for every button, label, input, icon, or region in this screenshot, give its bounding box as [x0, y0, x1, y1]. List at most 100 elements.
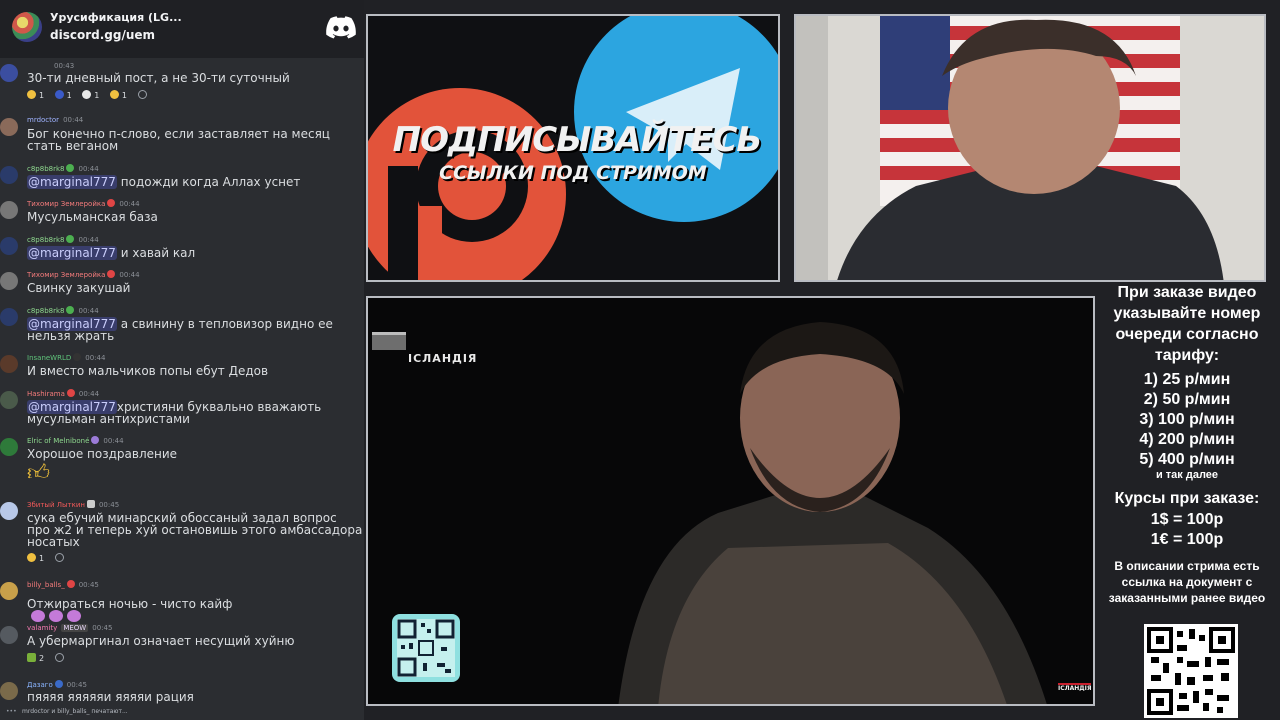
webcam-feed [796, 16, 1264, 280]
avatar[interactable] [0, 64, 18, 82]
message-time: 00:44 [103, 437, 124, 445]
reaction[interactable]: 2 [27, 653, 44, 663]
exchange-rates-title: Курсы при заказе: [1114, 490, 1260, 507]
emoji-icon [109, 90, 119, 99]
message-time: 00:44 [78, 390, 100, 398]
role-badge-icon [66, 164, 75, 172]
add-reaction-icon[interactable] [137, 90, 147, 99]
message-meta: mrdoctor 00:44 [27, 116, 83, 124]
avatar[interactable] [0, 582, 18, 600]
reaction[interactable]: 1 [82, 90, 99, 100]
role-badge-icon [73, 353, 82, 361]
role-badge-icon [66, 580, 75, 588]
reaction-count: 1 [39, 91, 45, 100]
message-meta: 00:43 [50, 62, 74, 70]
chat-header: Урусификация (LG... discord.gg/uem [0, 0, 364, 58]
tariff-list: 1) 25 р/мин 2) 50 р/мин 3) 100 р/мин 4) … [1100, 370, 1274, 470]
username[interactable]: Тихомир Землеройка [27, 200, 105, 208]
message-text: пяяяя яяяяяи яяяяи рация [27, 690, 194, 704]
message-time: 00:45 [92, 624, 113, 632]
role-badge-icon [66, 306, 75, 314]
username[interactable]: Elric of Melniboné [27, 437, 89, 445]
message-meta: Hashirama 00:44 [27, 389, 99, 398]
description-note: В описании стрима есть ссылка на докумен… [1108, 559, 1266, 605]
promo-headline: ПОДПИСЫВАЙТЕСЬ [392, 120, 763, 160]
server-icon[interactable] [12, 12, 42, 42]
role-badge-icon [107, 199, 116, 207]
add-reaction-icon[interactable] [54, 553, 64, 562]
reaction[interactable]: 1 [27, 90, 44, 100]
avatar[interactable] [0, 166, 18, 184]
role-badge-icon [107, 270, 116, 278]
avatar[interactable] [0, 118, 18, 136]
qr-code-icon [392, 614, 460, 682]
message-time: 00:44 [78, 307, 99, 315]
avatar[interactable] [0, 201, 18, 219]
username[interactable]: billy_balls_ [27, 581, 65, 589]
subscribe-promo-panel: ПОДПИСЫВАЙТЕСЬ ССЫЛКИ ПОД СТРИМОМ [366, 14, 780, 282]
avatar[interactable] [0, 438, 18, 456]
telegram-logo-icon [574, 16, 778, 222]
username[interactable]: Тихомир Землеройка [27, 271, 105, 279]
thumbs-up-sticker-icon: 👍︎ [27, 461, 50, 486]
username[interactable]: c8p8b8rk8 [27, 236, 64, 244]
avatar[interactable] [0, 502, 18, 520]
reaction-bar: 1 1 1 1 [27, 90, 147, 100]
donut-emoji-icon [49, 610, 63, 622]
avatar[interactable] [0, 682, 18, 700]
donut-emoji-icon [31, 610, 45, 622]
promo-subline: ССЫЛКИ ПОД СТРИМОМ [439, 162, 707, 184]
message-time: 00:44 [78, 165, 99, 173]
reaction[interactable]: 1 [27, 553, 44, 563]
message-text: @marginal777християни буквально вважають… [27, 400, 363, 425]
username[interactable]: c8p8b8rk8 [27, 307, 64, 315]
emoji-icon [54, 90, 64, 99]
reaction[interactable]: 1 [109, 90, 127, 100]
user-mention[interactable]: @marginal777 [27, 175, 117, 189]
message-text: 30-ти дневный пост, а не 30-ти суточный [27, 71, 290, 85]
user-mention[interactable]: @marginal777 [27, 246, 117, 260]
video-player[interactable]: ІСЛАНДІЯ ІСЛАНДІЯ [366, 296, 1095, 706]
message-time: 00:44 [63, 116, 84, 124]
avatar[interactable] [0, 237, 18, 255]
username[interactable]: Hashirama [27, 390, 65, 398]
reaction-count: 1 [39, 554, 45, 563]
message-text: А убермаргинал означает несущий хуйню [27, 634, 295, 648]
avatar[interactable] [0, 355, 18, 373]
reaction[interactable]: 1 [54, 90, 72, 100]
tariff-more-note: и так далее [1155, 469, 1219, 481]
patreon-logo-icon [368, 88, 566, 280]
message-text: @marginal777 а свинину в тепловизор видн… [27, 317, 363, 342]
order-instructions: При заказе видео указывайте номер очеред… [1113, 284, 1261, 364]
server-name: Урусификация (LG... [50, 11, 182, 24]
avatar[interactable] [0, 626, 18, 644]
message-meta: Тихомир Землеройка 00:44 [27, 199, 140, 208]
username[interactable]: Дазаго [27, 681, 53, 689]
username[interactable]: c8p8b8rk8 [27, 165, 64, 173]
avatar[interactable] [0, 272, 18, 290]
username[interactable]: valamity [27, 624, 57, 632]
add-reaction-icon[interactable] [54, 653, 64, 662]
message-meta: billy_balls_ 00:45 [27, 580, 99, 589]
qr-code-icon [1144, 624, 1238, 718]
message-time: 00:43 [54, 62, 75, 70]
tariff-item: 1) 25 р/мин [1143, 371, 1231, 388]
webcam-panel [794, 14, 1266, 282]
role-badge-icon [66, 389, 75, 397]
message-text: сука ебучий минарский обоссаный задал во… [27, 511, 363, 549]
avatar[interactable] [0, 308, 18, 326]
username[interactable]: InsaneWRLD [27, 354, 71, 362]
message-text: @marginal777 подожди когда Аллах уснет [27, 175, 363, 189]
message-time: 00:44 [119, 271, 140, 279]
emoji-icon [27, 90, 36, 99]
username[interactable]: mrdoctor [27, 116, 59, 124]
role-badge-icon [91, 436, 100, 444]
username[interactable]: Збитый Лыткин [27, 501, 85, 509]
avatar[interactable] [0, 391, 18, 409]
discord-chat-panel: Урусификация (LG... discord.gg/uem 00:43… [0, 0, 364, 720]
server-invite-link[interactable]: discord.gg/uem [50, 28, 155, 42]
message-time: 00:45 [78, 581, 99, 589]
message-time: 00:44 [119, 200, 140, 208]
message-body: Отжираться ночью - чисто кайф [27, 597, 233, 611]
tariff-item: 2) 50 р/мин [1143, 391, 1231, 408]
